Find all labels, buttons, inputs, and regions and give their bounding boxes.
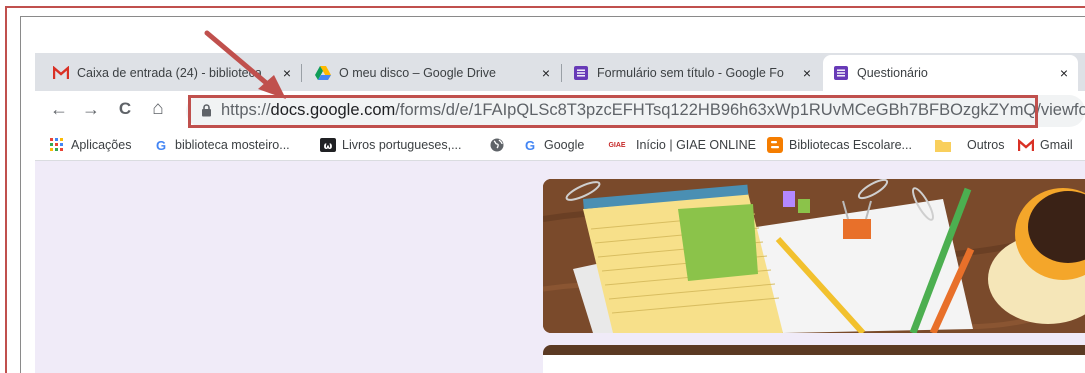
bookmark-label: Gmail <box>1040 138 1073 152</box>
bookmark-gmail[interactable]: Gmail <box>1018 137 1073 153</box>
google-g-icon: G <box>155 137 167 153</box>
book-site-icon: ω <box>320 137 336 153</box>
bookmark-outros-folder[interactable]: Outros <box>935 137 1005 153</box>
close-icon[interactable]: × <box>1060 65 1068 81</box>
bookmark-label: Google <box>544 138 585 152</box>
tab-forms-untitled[interactable]: Formulário sem título - Google Fo × <box>563 55 821 91</box>
url-highlight-box <box>188 95 1038 128</box>
reload-icon[interactable]: C <box>113 97 137 121</box>
bookmark-livros[interactable]: ω Livros portugueses,... <box>320 137 462 153</box>
forward-icon[interactable]: → <box>79 97 103 121</box>
bookmark-label: biblioteca mosteiro... <box>175 138 290 152</box>
google-drive-icon <box>315 65 331 81</box>
close-icon[interactable]: × <box>542 65 550 81</box>
tab-google-drive[interactable]: O meu disco – Google Drive × <box>305 55 560 91</box>
folder-icon <box>935 137 951 153</box>
blogger-icon <box>767 137 783 153</box>
tab-separator <box>561 64 562 82</box>
home-icon[interactable]: ⌂ <box>146 97 170 121</box>
tab-title: Formulário sem título - Google Fo <box>597 66 784 80</box>
globe-icon <box>489 137 505 153</box>
bookmark-label: Livros portugueses,... <box>342 138 462 152</box>
close-icon[interactable]: × <box>283 65 291 81</box>
bookmark-biblioteca[interactable]: G biblioteca mosteiro... <box>153 137 290 153</box>
google-g-icon: G <box>524 137 536 153</box>
svg-text:ω: ω <box>324 141 333 152</box>
bookmark-apps[interactable]: Aplicações <box>49 137 131 153</box>
form-title-card <box>543 345 1085 373</box>
bookmark-google[interactable]: G Google <box>522 137 584 153</box>
form-header-image <box>543 179 1085 333</box>
bookmark-label: Início | GIAE ONLINE <box>636 138 756 152</box>
tab-separator <box>301 64 302 82</box>
tab-questionario[interactable]: Questionário × <box>823 55 1078 91</box>
tab-title: O meu disco – Google Drive <box>339 66 497 80</box>
tab-title: Questionário <box>857 66 928 80</box>
close-icon[interactable]: × <box>803 65 811 81</box>
bookmark-label: Outros <box>967 138 1005 152</box>
gmail-icon <box>53 65 69 81</box>
bookmark-globe[interactable] <box>489 137 511 153</box>
bookmark-label: Aplicações <box>71 138 132 152</box>
giae-icon: GIAE <box>608 141 626 149</box>
bookmark-giae[interactable]: GIAE Início | GIAE ONLINE <box>604 137 756 153</box>
bookmark-bibliotecas-escolares[interactable]: Bibliotecas Escolare... <box>767 137 912 153</box>
tab-gmail[interactable]: Caixa de entrada (24) - biblioteca × <box>43 55 301 91</box>
google-forms-icon <box>573 65 589 81</box>
google-forms-icon <box>833 65 849 81</box>
tab-title: Caixa de entrada (24) - biblioteca <box>77 66 262 80</box>
bookmark-label: Bibliotecas Escolare... <box>789 138 912 152</box>
gmail-icon <box>1018 137 1034 153</box>
apps-grid-icon <box>49 137 65 153</box>
back-icon[interactable]: ← <box>47 97 71 121</box>
